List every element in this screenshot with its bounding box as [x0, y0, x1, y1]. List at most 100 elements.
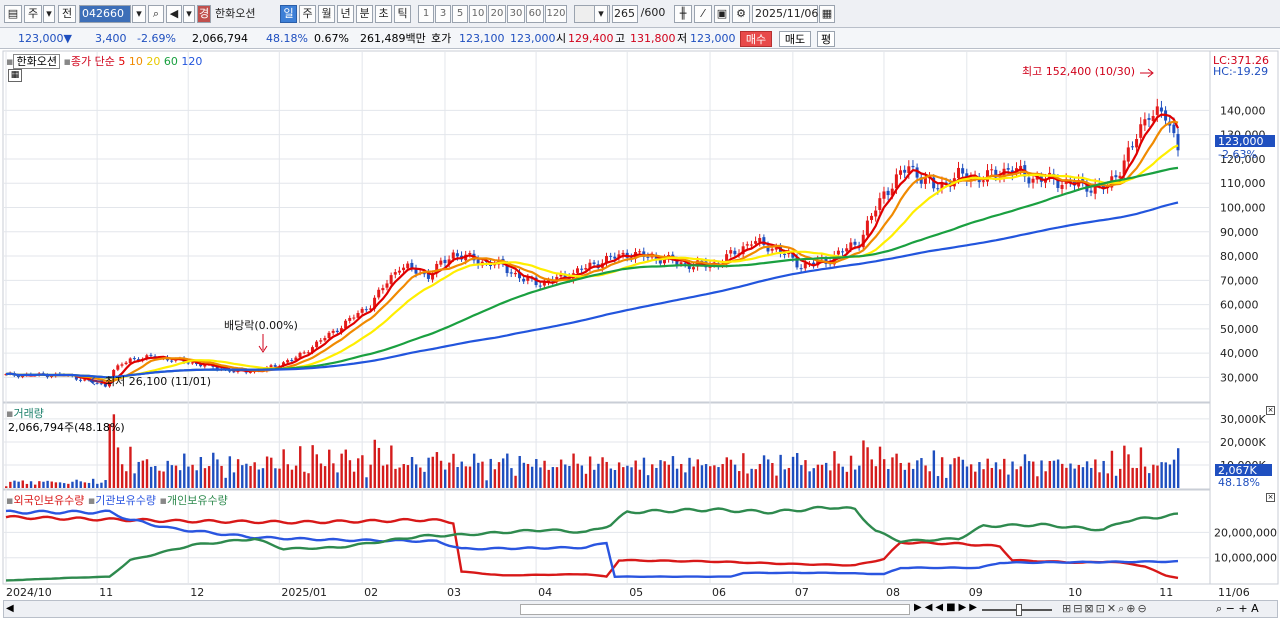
avg-button[interactable]: 평 [817, 31, 835, 47]
volume-bar [961, 459, 965, 488]
volume-bar [58, 482, 62, 488]
speaker-icon[interactable]: ◀ [166, 5, 182, 23]
volume-bar [1143, 466, 1147, 488]
volume-bar [340, 453, 343, 488]
interval-120-button[interactable]: 120 [545, 5, 567, 23]
sell-button[interactable]: 매도 [779, 31, 811, 47]
volume-bar [767, 459, 770, 488]
volume-bar [1098, 472, 1101, 488]
volume-bar [286, 464, 290, 488]
candle-body [302, 352, 306, 354]
code-dropdown-icon[interactable]: ▾ [132, 5, 146, 23]
candle-body [865, 220, 869, 236]
volume-bar [497, 462, 501, 488]
bar-count-input[interactable]: 265 [612, 5, 638, 23]
legend-holding-1[interactable]: 기관보유수량 [95, 494, 159, 507]
interval-30-button[interactable]: 30 [507, 5, 525, 23]
close-icon[interactable]: × [1266, 406, 1275, 415]
volume-bar [17, 481, 20, 488]
period-4-button[interactable]: 분 [356, 5, 373, 23]
volume-bar [1027, 461, 1031, 488]
legend-ma-120[interactable]: 120 [178, 55, 202, 68]
volume-bar [481, 461, 484, 488]
legend-stock-name[interactable]: 한화오션 [13, 54, 60, 69]
volume-pct-tag: 48.18% [1218, 476, 1260, 489]
volume-bar [414, 464, 418, 488]
legend-ma-10[interactable]: 10 [125, 55, 143, 68]
volume-bar [1119, 468, 1122, 488]
interval-1-button[interactable]: 1 [418, 5, 434, 23]
volume-bar [870, 459, 873, 488]
legend-holding-0[interactable]: 외국인보유수량 [13, 494, 87, 507]
chevron-down-icon[interactable]: ▾ [183, 5, 195, 23]
volume-bar [1065, 467, 1068, 488]
volume-bar [443, 469, 447, 488]
volume-bar [907, 462, 911, 488]
interval-60-button[interactable]: 60 [526, 5, 544, 23]
stock-chart-svg[interactable]: 140,000130,000120,000110,000100,00090,00… [0, 50, 1280, 621]
stock-code-input[interactable]: 042660 [79, 5, 131, 23]
candle-body [439, 260, 443, 265]
period-5-button[interactable]: 초 [375, 5, 392, 23]
layout-icon[interactable]: ▤ [4, 5, 22, 23]
volume-bar [79, 481, 82, 488]
scroll-left-icon[interactable]: ◀ [6, 603, 14, 614]
table-icon[interactable]: ▦ [8, 69, 22, 82]
volume-bar [456, 467, 459, 488]
volume-bar [750, 468, 753, 488]
interval-10-button[interactable]: 10 [469, 5, 487, 23]
interval-5-button[interactable]: 5 [452, 5, 468, 23]
search-icon[interactable]: ⌕ [148, 5, 164, 23]
prefix-toggle[interactable]: 전 [58, 5, 76, 23]
x-tick: 03 [447, 586, 461, 599]
volume-bar [547, 469, 550, 488]
period-3-button[interactable]: 년 [337, 5, 354, 23]
legend-holding-2[interactable]: 개인보유수량 [167, 494, 228, 507]
interval-20-button[interactable]: 20 [488, 5, 506, 23]
period-6-button[interactable]: 틱 [394, 5, 411, 23]
volume-bar [1061, 463, 1064, 488]
volume-bar [21, 480, 24, 488]
buy-button[interactable]: 매수 [740, 31, 772, 47]
close-icon[interactable]: × [1266, 493, 1275, 502]
zoom-slider-handle[interactable] [1016, 604, 1022, 616]
legend-ma-60[interactable]: 60 [160, 55, 178, 68]
gear-icon[interactable]: ⚙ [732, 5, 750, 23]
candle-body [981, 181, 985, 183]
draw-tool-icon[interactable]: ⁄ [694, 5, 712, 23]
volume-bar [986, 458, 989, 488]
volume-bar [626, 465, 629, 488]
period-1-button[interactable]: 주 [299, 5, 316, 23]
volume-bar [332, 463, 335, 488]
candle-body [232, 371, 236, 373]
volume-bar [990, 467, 994, 488]
date-input[interactable]: 2025/11/06 [752, 5, 818, 23]
volume-bar [174, 465, 178, 488]
drawing-tools[interactable]: ⊞⊟⊠⊡✕⌕⊕⊖ [1062, 602, 1149, 616]
volume-bar [187, 466, 190, 488]
volume-bar [435, 452, 439, 488]
save-icon[interactable]: ▣ [714, 5, 730, 23]
volume-bar [559, 459, 563, 488]
volume-bar [800, 465, 803, 488]
playback-controls[interactable]: ▶◀◀■▶▶ [914, 602, 980, 613]
volume-bar [501, 458, 505, 488]
zoom-icons[interactable]: ⌕ − + A [1216, 602, 1259, 616]
interval-3-button[interactable]: 3 [435, 5, 451, 23]
legend-ma-20[interactable]: 20 [143, 55, 160, 68]
volume-bar [154, 466, 157, 488]
volume-bar [460, 461, 463, 488]
x-tick: 06 [712, 586, 726, 599]
volume-bar [319, 463, 323, 488]
candle-type-icon[interactable]: ╫ [674, 5, 692, 23]
period-0-button[interactable]: 일 [280, 5, 297, 23]
chevron-down-icon[interactable]: ▾ [594, 5, 608, 23]
calendar-icon[interactable]: ▦ [819, 5, 835, 23]
market-type-select[interactable]: 주 [24, 5, 42, 23]
scrollbar-thumb[interactable] [520, 604, 910, 615]
candle-body [1176, 133, 1180, 151]
chevron-down-icon[interactable]: ▾ [43, 5, 55, 23]
period-2-button[interactable]: 월 [318, 5, 335, 23]
volume-bar [530, 466, 534, 488]
volume-bar [183, 453, 186, 488]
